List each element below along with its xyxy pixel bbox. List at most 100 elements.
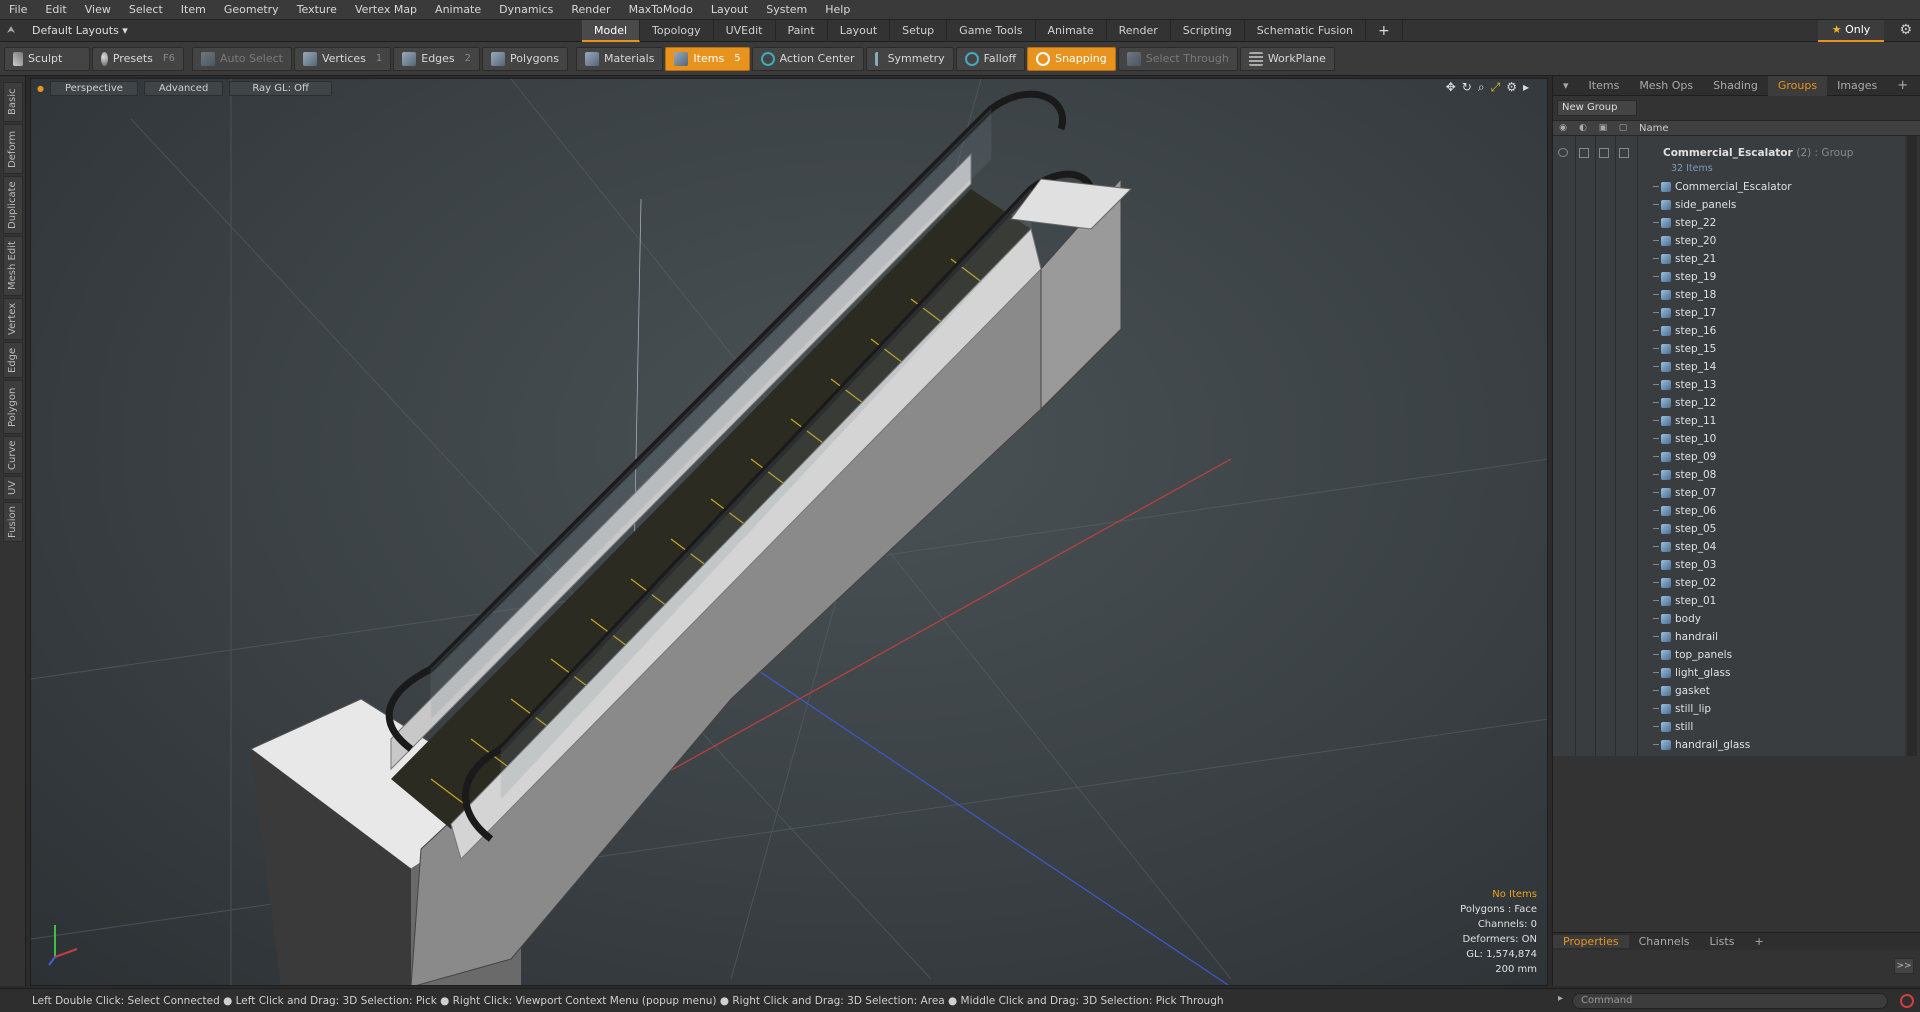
list-item[interactable]: step_18 [1553,286,1905,304]
list-item[interactable]: body [1553,610,1905,628]
list-item[interactable]: step_04 [1553,538,1905,556]
left-tab-duplicate[interactable]: Duplicate [3,176,23,234]
menu-texture[interactable]: Texture [288,0,346,20]
gear-icon[interactable]: ⚙ [1899,22,1912,38]
lock-column-icon[interactable]: ▣ [1593,123,1613,133]
panel-tab-images[interactable]: Images [1827,76,1887,96]
list-item[interactable]: gasket [1553,682,1905,700]
left-tab-curve[interactable]: Curve [3,436,23,474]
list-item[interactable]: step_22 [1553,214,1905,232]
list-item[interactable]: step_02 [1553,574,1905,592]
tab-scripting[interactable]: Scripting [1171,19,1245,42]
menu-vertex-map[interactable]: Vertex Map [346,0,426,20]
layout-selector[interactable]: Default Layouts ▾ [22,24,582,37]
tab-setup[interactable]: Setup [890,19,948,42]
snapping-button[interactable]: Snapping [1027,46,1116,71]
menu-item[interactable]: Item [172,0,215,20]
add-bottom-tab-icon[interactable]: + [1744,935,1773,948]
list-item[interactable]: step_19 [1553,268,1905,286]
list-item[interactable]: step_08 [1553,466,1905,484]
edges-button[interactable]: Edges 2 [393,46,481,71]
tab-animate[interactable]: Animate [1036,19,1107,42]
expand-button[interactable]: >> [1894,958,1914,974]
groups-list[interactable]: Commercial_Escalator (2) : Group 32 Items… [1553,136,1905,756]
list-item[interactable]: step_05 [1553,520,1905,538]
list-item[interactable]: side_panels [1553,196,1905,214]
bottom-tab-lists[interactable]: Lists [1700,935,1745,948]
menu-maxtomodo[interactable]: MaxToModo [620,0,702,20]
symmetry-button[interactable]: Symmetry [865,46,954,71]
view-mode-button[interactable]: Perspective [49,80,138,96]
tab-paint[interactable]: Paint [776,19,828,42]
items-button[interactable]: Items 5 [665,46,750,71]
list-item[interactable]: step_09 [1553,448,1905,466]
menu-help[interactable]: Help [816,0,859,20]
new-group-button[interactable]: New Group [1557,100,1637,116]
list-item[interactable]: step_20 [1553,232,1905,250]
left-tab-polygon[interactable]: Polygon [3,380,23,434]
list-item[interactable]: step_11 [1553,412,1905,430]
tab-game-tools[interactable]: Game Tools [947,19,1036,42]
panel-menu-icon[interactable]: ▾ [1553,76,1579,96]
tab-topology[interactable]: Topology [640,19,714,42]
list-item[interactable]: still_lip [1553,700,1905,718]
tab-layout[interactable]: Layout [828,19,891,42]
sculpt-button[interactable]: Sculpt [4,46,90,71]
action-center-button[interactable]: Action Center [751,46,864,71]
name-column-header[interactable]: Name [1639,123,1669,134]
move-view-icon[interactable]: ✥ [1446,80,1456,95]
select-toggle[interactable] [1619,148,1629,158]
left-tab-mesh-edit[interactable]: Mesh Edit [3,236,23,296]
list-item[interactable]: step_14 [1553,358,1905,376]
select-column-icon[interactable]: ▢ [1613,123,1633,133]
bottom-tab-channels[interactable]: Channels [1629,935,1700,948]
left-tab-uv[interactable]: UV [3,476,23,500]
list-item[interactable]: light_glass [1553,664,1905,682]
left-tab-fusion[interactable]: Fusion [3,502,23,542]
zoom-view-icon[interactable]: ⌕ [1478,80,1485,95]
maximize-view-icon[interactable]: ⤢ [1491,80,1501,95]
vertices-button[interactable]: Vertices 1 [293,46,392,71]
panel-tab-groups[interactable]: Groups [1767,75,1828,96]
left-tab-edge[interactable]: Edge [3,342,23,378]
list-item[interactable]: step_07 [1553,484,1905,502]
add-tab-icon[interactable]: + [1366,19,1403,42]
list-item[interactable]: step_06 [1553,502,1905,520]
menu-system[interactable]: System [757,0,816,20]
command-arrow-icon[interactable]: ▸ [1558,993,1563,1004]
workplane-button[interactable]: WorkPlane [1239,46,1335,71]
tab-schematic-fusion[interactable]: Schematic Fusion [1245,19,1367,42]
list-item[interactable]: step_15 [1553,340,1905,358]
menu-geometry[interactable]: Geometry [215,0,288,20]
left-tab-vertex[interactable]: Vertex [3,298,23,340]
bottom-tab-properties[interactable]: Properties [1553,935,1629,948]
auto-select-button[interactable]: Auto Select [192,46,292,71]
left-tab-basic[interactable]: Basic [3,82,23,122]
list-item[interactable]: still [1553,718,1905,736]
list-item[interactable]: step_12 [1553,394,1905,412]
menu-view[interactable]: View [76,0,120,20]
raygl-button[interactable]: Ray GL: Off [229,80,332,96]
list-item[interactable]: step_17 [1553,304,1905,322]
list-item[interactable]: Commercial_Escalator [1553,178,1905,196]
menu-edit[interactable]: Edit [36,0,75,20]
select-through-button[interactable]: Select Through [1117,46,1238,71]
render-toggle[interactable] [1579,148,1589,158]
polygons-button[interactable]: Polygons [482,46,568,71]
3d-viewport[interactable]: ● Perspective Advanced Ray GL: Off ✥ ↻ ⌕… [30,78,1548,986]
tab-model[interactable]: Model [582,19,641,42]
shading-mode-button[interactable]: Advanced [143,80,224,96]
viewport-settings-icon[interactable]: ⚙ [1506,80,1517,95]
list-item[interactable]: step_16 [1553,322,1905,340]
menu-dynamics[interactable]: Dynamics [490,0,562,20]
lock-toggle[interactable] [1599,148,1609,158]
list-item[interactable]: step_13 [1553,376,1905,394]
rotate-view-icon[interactable]: ↻ [1462,80,1472,95]
menu-layout[interactable]: Layout [702,0,757,20]
menu-render[interactable]: Render [562,0,619,20]
list-item[interactable]: handrail_glass [1553,736,1905,754]
render-column-icon[interactable]: ◐ [1573,123,1593,133]
menu-select[interactable]: Select [120,0,172,20]
panel-tab-mesh-ops[interactable]: Mesh Ops [1629,76,1703,96]
viewport-menu-icon[interactable]: ● [37,84,44,93]
